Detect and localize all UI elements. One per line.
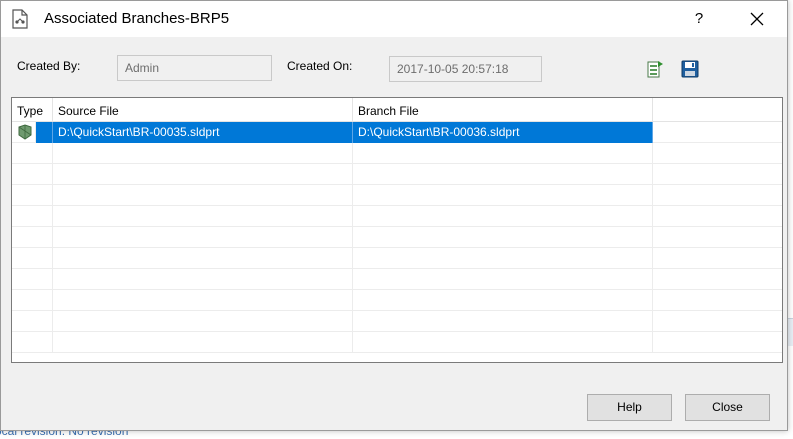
- close-button[interactable]: Close: [685, 394, 770, 421]
- created-on-field: 2017-10-05 20:57:18: [389, 56, 542, 82]
- empty-row: [12, 269, 782, 290]
- column-header-branch-file[interactable]: Branch File: [353, 98, 653, 122]
- empty-row: [12, 143, 782, 164]
- empty-row: [12, 185, 782, 206]
- grid-header: Type Source File Branch File: [12, 98, 782, 122]
- empty-row: [12, 248, 782, 269]
- empty-row: [12, 164, 782, 185]
- export-button[interactable]: [646, 59, 666, 79]
- empty-row: [12, 227, 782, 248]
- empty-row: [12, 332, 782, 353]
- export-excel-icon: [647, 61, 663, 78]
- source-file-cell[interactable]: D:\QuickStart\BR-00035.sldprt: [53, 122, 353, 143]
- associated-branches-dialog: Associated Branches-BRP5 ? Created By: A…: [0, 0, 788, 431]
- empty-row: [12, 290, 782, 311]
- branch-part-icon: [18, 124, 32, 140]
- column-header-type[interactable]: Type: [12, 98, 53, 122]
- close-window-button[interactable]: [739, 5, 775, 33]
- created-on-label: Created On:: [287, 59, 353, 73]
- branches-grid[interactable]: Type Source File Branch File D:\QuickSta…: [11, 97, 783, 363]
- save-button[interactable]: [680, 59, 700, 79]
- help-question-button[interactable]: ?: [681, 5, 717, 33]
- help-button[interactable]: Help: [587, 394, 672, 421]
- empty-row: [12, 311, 782, 332]
- window-title: Associated Branches-BRP5: [44, 10, 230, 27]
- table-row[interactable]: D:\QuickStart\BR-00035.sldprt D:\QuickSt…: [12, 122, 782, 143]
- close-icon: [750, 12, 764, 26]
- type-cell: [12, 122, 36, 143]
- column-header-source-file[interactable]: Source File: [53, 98, 353, 122]
- empty-row: [12, 206, 782, 227]
- branch-file-cell[interactable]: D:\QuickStart\BR-00036.sldprt: [353, 122, 653, 143]
- created-by-label: Created By:: [17, 59, 81, 73]
- created-by-field: Admin: [117, 55, 272, 81]
- document-icon: [11, 9, 29, 29]
- type-cell-selected: [36, 122, 53, 143]
- save-icon: [681, 60, 699, 78]
- title-bar[interactable]: Associated Branches-BRP5 ?: [1, 1, 787, 37]
